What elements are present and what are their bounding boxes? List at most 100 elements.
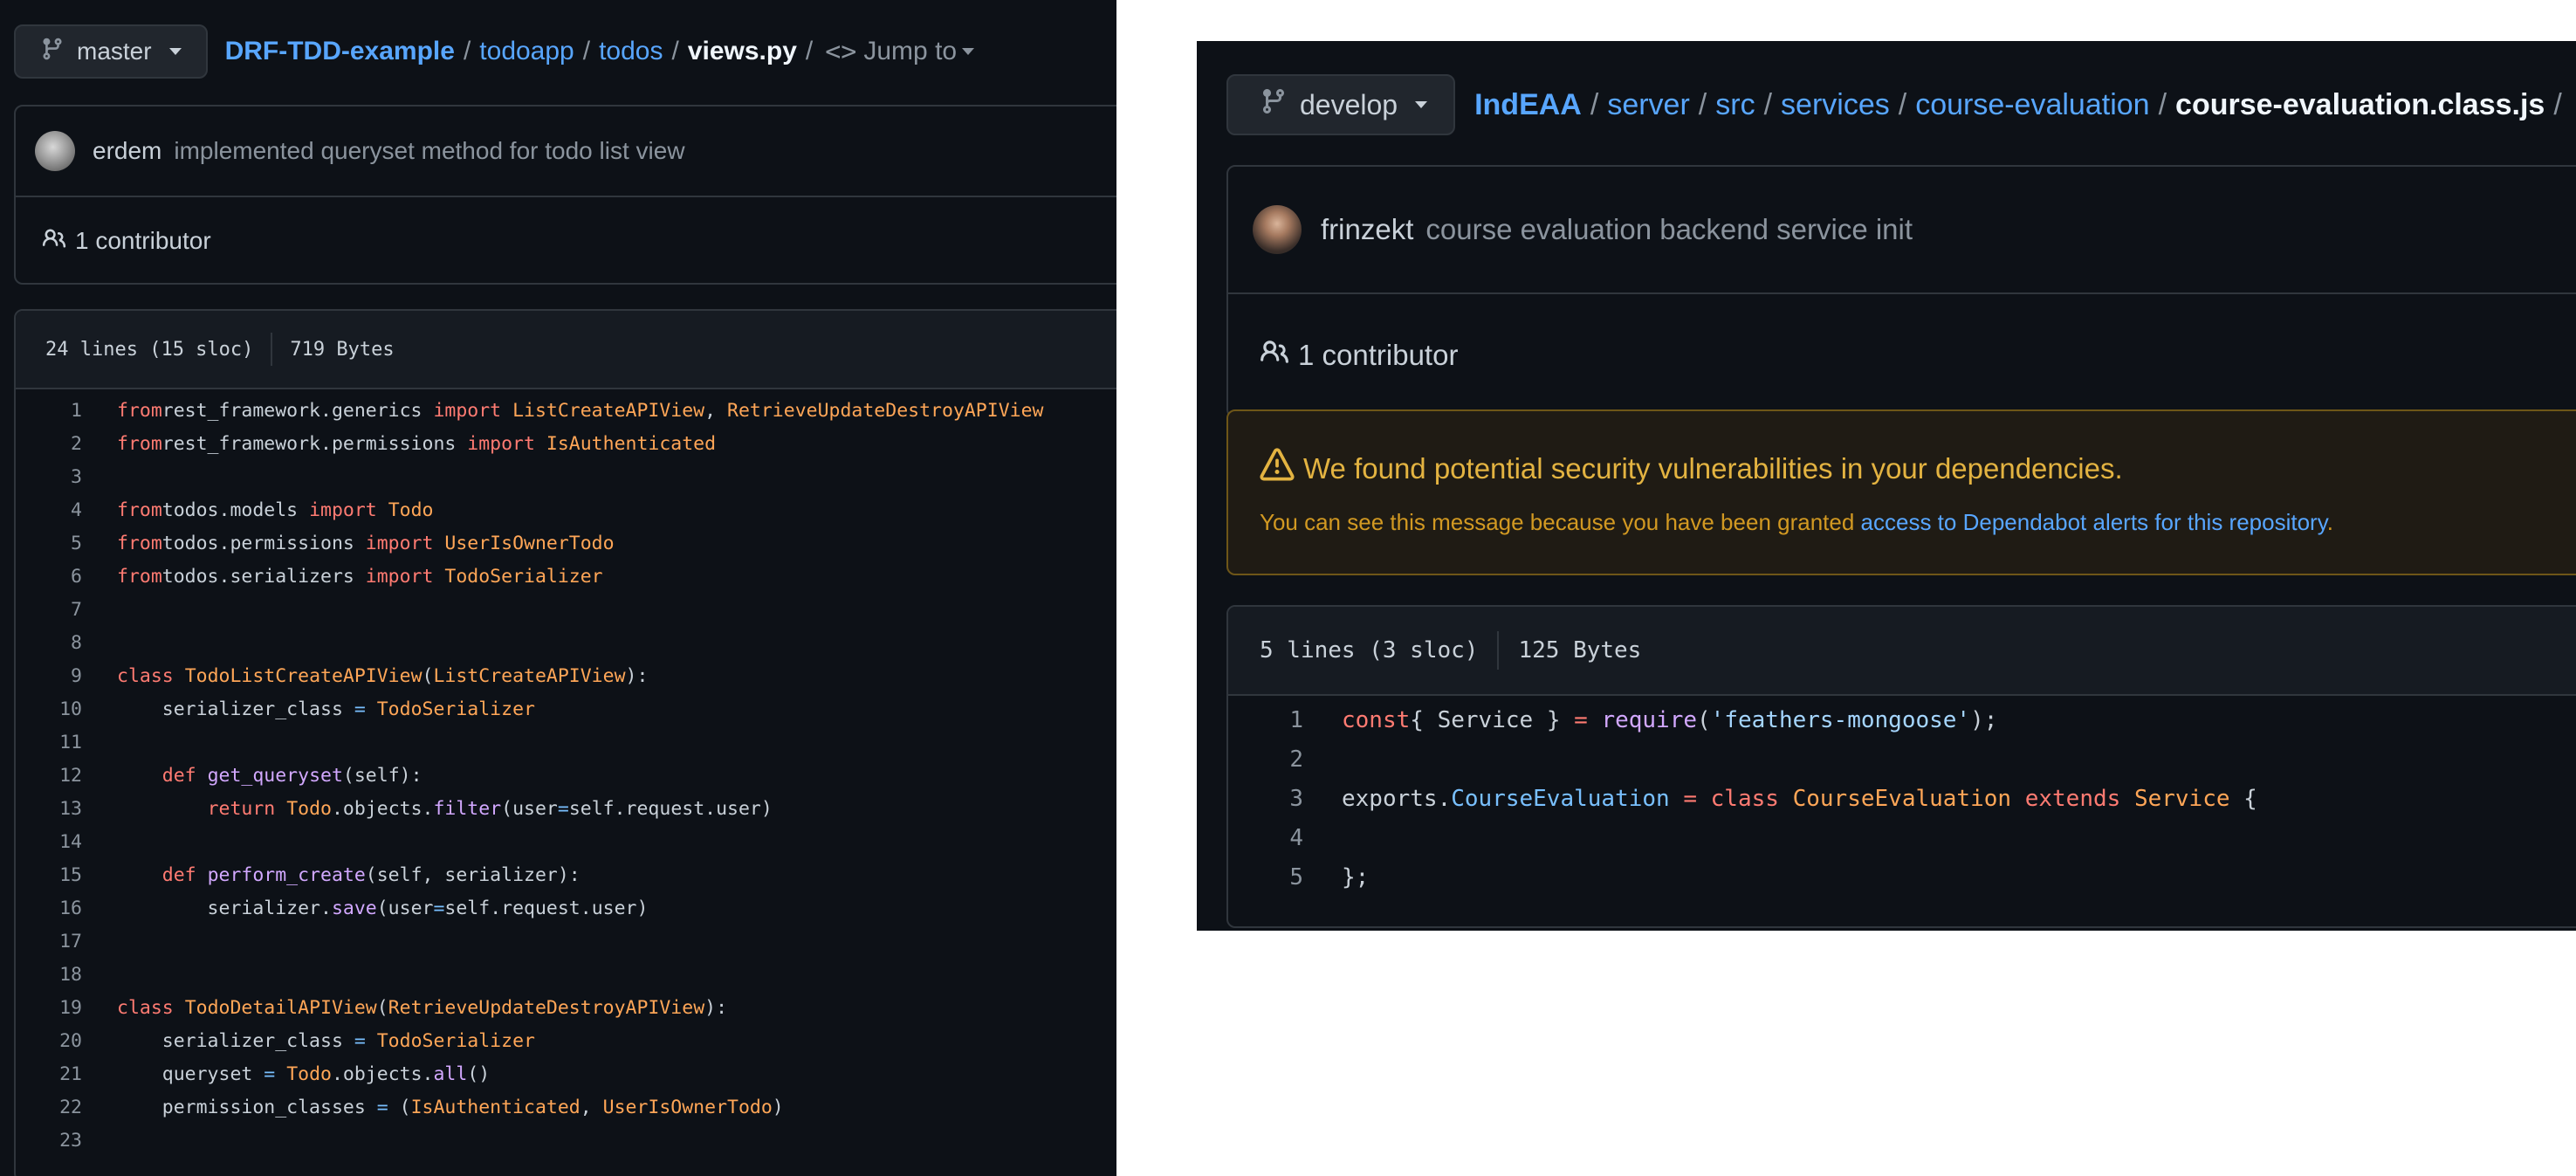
line-number[interactable]: 8 bbox=[16, 627, 82, 660]
line-number[interactable]: 3 bbox=[16, 461, 82, 494]
alert-text-end: . bbox=[2326, 509, 2333, 535]
line-number[interactable]: 10 bbox=[16, 693, 82, 726]
breadcrumb-dir-link[interactable]: services bbox=[1781, 88, 1890, 122]
commit-author-link[interactable]: erdem bbox=[93, 137, 161, 165]
breadcrumb-dir-link[interactable]: server bbox=[1607, 88, 1689, 122]
line-number[interactable]: 12 bbox=[16, 760, 82, 793]
code-line: 7 bbox=[16, 594, 1116, 627]
breadcrumb: IndEAA / server / src / services / cours… bbox=[1474, 88, 2571, 122]
commit-message-link[interactable]: implemented queryset method for todo lis… bbox=[174, 137, 684, 165]
breadcrumb-dir-link[interactable]: src bbox=[1715, 88, 1755, 122]
line-number[interactable]: 16 bbox=[16, 892, 82, 925]
line-number[interactable]: 4 bbox=[16, 494, 82, 527]
breadcrumb-dir-link[interactable]: todoapp bbox=[479, 37, 574, 66]
line-number[interactable]: 3 bbox=[1228, 780, 1303, 819]
code-token: .objects. bbox=[331, 1063, 434, 1085]
line-number[interactable]: 21 bbox=[16, 1058, 82, 1091]
file-info-header: 24 lines (15 sloc) 719 Bytes bbox=[16, 311, 1116, 389]
line-number[interactable]: 13 bbox=[16, 793, 82, 826]
breadcrumb-separator: / bbox=[2158, 87, 2167, 121]
code-line: 23 bbox=[16, 1124, 1116, 1158]
code-token: class bbox=[117, 997, 174, 1019]
line-content: fromtodos.models import Todo bbox=[117, 494, 433, 527]
contributors-row[interactable]: 1 contributor bbox=[1228, 294, 2576, 416]
line-number[interactable]: 15 bbox=[16, 859, 82, 892]
breadcrumb-dir-link[interactable]: course-evaluation bbox=[1915, 88, 2149, 122]
avatar[interactable] bbox=[35, 131, 75, 171]
line-number[interactable]: 2 bbox=[16, 428, 82, 461]
code-token: self.request.user) bbox=[444, 897, 649, 919]
code-line: 9 class TodoListCreateAPIView(ListCreateA… bbox=[16, 660, 1116, 693]
code-token: serializer_class bbox=[117, 698, 354, 720]
code-token: ) bbox=[772, 1097, 784, 1118]
breadcrumb-dir-link[interactable]: todos bbox=[599, 37, 663, 66]
avatar[interactable] bbox=[1253, 205, 1302, 254]
line-number[interactable]: 22 bbox=[16, 1091, 82, 1124]
line-content: serializer_class = TodoSerializer bbox=[117, 1025, 535, 1058]
file-info-header: 5 lines (3 sloc) 125 Bytes bbox=[1228, 607, 2576, 696]
code-token: return bbox=[207, 798, 276, 820]
code-line: 22 permission_classes = (IsAuthenticated… bbox=[16, 1091, 1116, 1124]
code-token: = bbox=[1683, 786, 1697, 812]
code-line: 2 bbox=[1228, 740, 2576, 780]
people-icon bbox=[42, 226, 66, 257]
line-content: }; bbox=[1342, 858, 1369, 897]
code-token: Todo bbox=[388, 499, 434, 521]
code-line: 8 bbox=[16, 627, 1116, 660]
line-number[interactable]: 9 bbox=[16, 660, 82, 693]
line-content: fromtodos.serializers import TodoSeriali… bbox=[117, 560, 603, 594]
line-number[interactable]: 20 bbox=[16, 1025, 82, 1058]
jump-to-button[interactable]: <> Jump to bbox=[825, 37, 975, 67]
line-number[interactable]: 4 bbox=[1228, 819, 1303, 858]
line-number[interactable]: 1 bbox=[1228, 701, 1303, 740]
code-line: 17 bbox=[16, 925, 1116, 959]
code-token: TodoListCreateAPIView bbox=[184, 665, 422, 687]
line-number[interactable]: 14 bbox=[16, 826, 82, 859]
line-number[interactable]: 6 bbox=[16, 560, 82, 594]
dependabot-alerts-link[interactable]: access to Dependabot alerts for this rep… bbox=[1861, 509, 2327, 535]
people-icon bbox=[1260, 337, 1289, 374]
code-token: }; bbox=[1342, 864, 1370, 891]
code-line: 3 bbox=[16, 461, 1116, 494]
code-token: .objects. bbox=[331, 798, 434, 820]
alert-description: You can see this message because you hav… bbox=[1260, 509, 2576, 536]
line-number[interactable]: 17 bbox=[16, 925, 82, 959]
code-token: Todo bbox=[286, 798, 332, 820]
line-number[interactable]: 2 bbox=[1228, 740, 1303, 780]
line-number[interactable]: 5 bbox=[16, 527, 82, 560]
code-token: ListCreateAPIView bbox=[433, 665, 626, 687]
contributors-row[interactable]: 1 contributor bbox=[16, 197, 1116, 285]
line-number[interactable]: 19 bbox=[16, 992, 82, 1025]
header-divider bbox=[1497, 631, 1500, 670]
branch-select-button[interactable]: develop bbox=[1226, 74, 1456, 135]
code-line: 12 def get_queryset(self): bbox=[16, 760, 1116, 793]
breadcrumb-repo-link[interactable]: DRF-TDD-example bbox=[225, 37, 455, 66]
file-navigation: develop IndEAA / server / src / services… bbox=[1226, 74, 2571, 135]
file-size: 125 Bytes bbox=[1518, 637, 1642, 664]
breadcrumb-repo-link[interactable]: IndEAA bbox=[1474, 88, 1582, 122]
line-number[interactable]: 5 bbox=[1228, 858, 1303, 897]
branch-select-button[interactable]: master bbox=[14, 24, 208, 79]
line-number[interactable]: 1 bbox=[16, 395, 82, 428]
code-token: , bbox=[704, 400, 728, 422]
line-number[interactable]: 18 bbox=[16, 959, 82, 992]
commit-message-link[interactable]: course evaluation backend service init bbox=[1425, 213, 1913, 246]
line-number[interactable]: 11 bbox=[16, 726, 82, 760]
line-number[interactable]: 23 bbox=[16, 1124, 82, 1158]
line-number[interactable]: 7 bbox=[16, 594, 82, 627]
file-line-count: 24 lines (15 sloc) bbox=[45, 338, 254, 361]
breadcrumb-separator: / bbox=[1698, 87, 1707, 121]
line-content: serializer_class = TodoSerializer bbox=[117, 693, 535, 726]
line-content: exports.CourseEvaluation = class CourseE… bbox=[1342, 780, 2257, 819]
commit-author-link[interactable]: frinzekt bbox=[1321, 213, 1413, 246]
file-content-box: 5 lines (3 sloc) 125 Bytes 1 const{ Servi… bbox=[1226, 605, 2576, 928]
contributors-count: 1 contributor bbox=[75, 227, 211, 254]
